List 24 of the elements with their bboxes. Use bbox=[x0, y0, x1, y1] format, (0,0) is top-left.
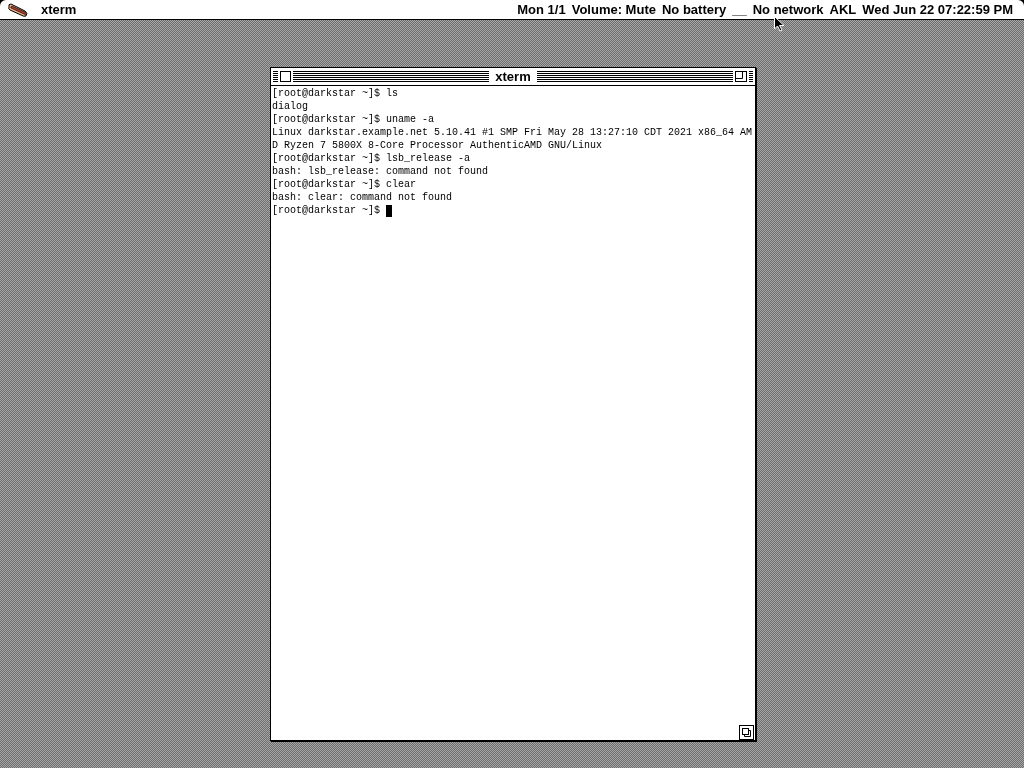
terminal-line: [root@darkstar ~]$ clear bbox=[272, 178, 417, 191]
status-text: No network bbox=[752, 0, 824, 19]
close-box-icon[interactable] bbox=[280, 71, 291, 82]
window-title: xterm bbox=[489, 71, 537, 82]
zoom-box-icon[interactable] bbox=[735, 71, 747, 82]
terminal-line: [root@darkstar ~]$ bbox=[272, 204, 381, 217]
status-text: Wed Jun 22 07:22:59 PM bbox=[862, 0, 1013, 19]
status-text: __ bbox=[732, 0, 747, 19]
status-text: Mon 1/1 bbox=[517, 0, 566, 19]
terminal-line: bash: clear: command not found bbox=[272, 191, 453, 204]
status-text: No battery bbox=[661, 0, 727, 19]
terminal-line: [root@darkstar ~]$ ls bbox=[272, 87, 399, 100]
terminal-line: bash: lsb_release: command not found bbox=[272, 165, 489, 178]
hot-dog-icon[interactable] bbox=[7, 2, 29, 17]
terminal-line: [root@darkstar ~]$ uname -a bbox=[272, 113, 435, 126]
terminal-line: Linux darkstar.example.net 5.10.41 #1 SMP Fri May 28 13:27:10 CDT 2021 x86_64 AM bbox=[272, 126, 753, 139]
terminal-line: dialog bbox=[272, 100, 308, 113]
resize-box-icon[interactable] bbox=[739, 725, 754, 740]
terminal-line: [root@darkstar ~]$ lsb_release -a bbox=[272, 152, 471, 165]
status-text: AKL bbox=[829, 0, 857, 19]
text-cursor bbox=[386, 204, 393, 217]
app-menu[interactable]: xterm bbox=[41, 0, 77, 19]
status-text: Volume: Mute bbox=[571, 0, 656, 19]
terminal-line: D Ryzen 7 5800X 8-Core Processor AuthenticAMD GNU/Linux bbox=[272, 139, 603, 152]
